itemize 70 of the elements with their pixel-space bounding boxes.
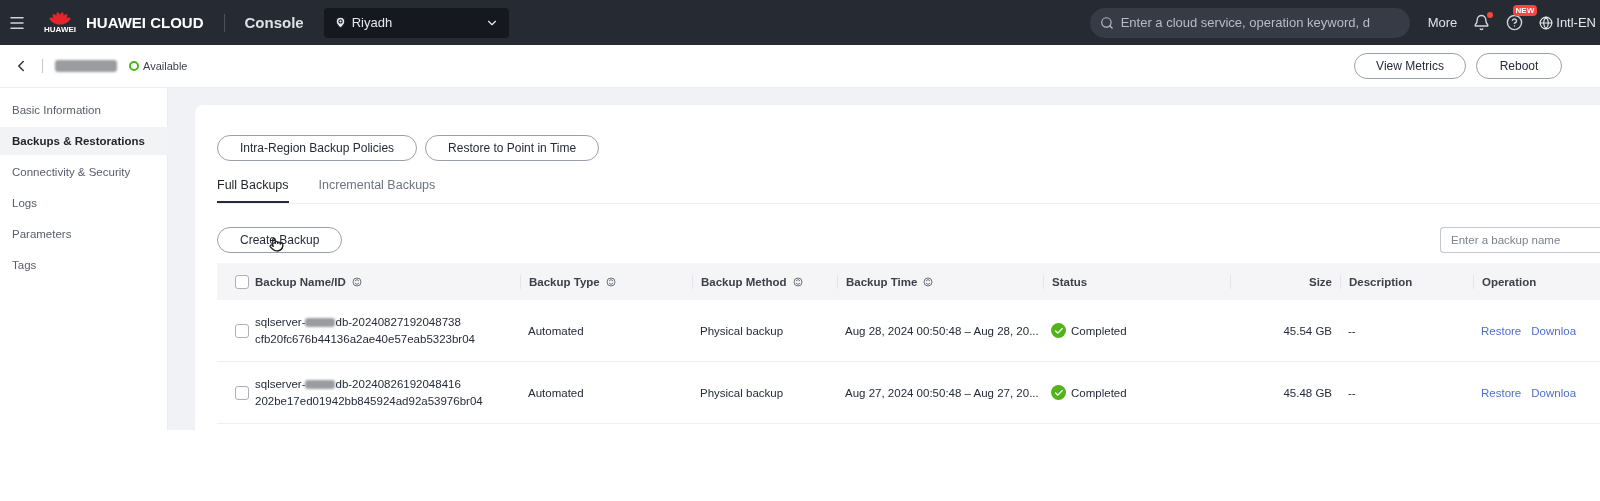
table-cell-text: Automated [527, 324, 585, 337]
redacted-name-block [55, 60, 117, 72]
check-circle-icon [1051, 323, 1066, 338]
column-header: Status [1052, 275, 1088, 288]
table-cell-text: 45.48 GB [1282, 386, 1333, 399]
action-button[interactable]: Intra-Region Backup Policies [217, 135, 418, 161]
status-text: Completed [1071, 386, 1127, 399]
sort-icon[interactable] [605, 276, 616, 287]
cloud-search-field[interactable]: Enter a cloud service, operation keyword, d [1089, 7, 1410, 38]
table-cell-text: Physical backup [699, 324, 785, 337]
redacted-block [305, 379, 336, 389]
checkbox[interactable] [235, 385, 249, 400]
language-select[interactable]: Intl-EN [1539, 15, 1600, 30]
sort-icon[interactable] [923, 276, 934, 287]
more-link[interactable]: More [1427, 15, 1458, 30]
column-header: Backup Type [529, 275, 600, 288]
column-header: Size [1309, 275, 1332, 288]
backup-id: cfb20fc676b44136a2ae40e57eab5323br04 [255, 331, 476, 347]
create-backup-button[interactable]: Create Backup [217, 227, 343, 253]
status-text: Completed [1071, 324, 1127, 337]
backup-search-field[interactable]: Enter a backup name [1440, 227, 1600, 253]
search-icon [1099, 15, 1114, 30]
checkbox[interactable] [235, 323, 249, 338]
table-cell-text: Aug 27, 2024 00:50:48 – Aug 27, 20... [844, 386, 1040, 399]
new-badge: NEW [1512, 5, 1538, 16]
column-header: Operation [1482, 275, 1537, 288]
table-cell-text: Aug 28, 2024 00:50:48 – Aug 28, 20... [844, 324, 1040, 337]
tab[interactable]: Incremental Backups [318, 174, 436, 203]
sidebar-item[interactable]: Parameters [0, 220, 168, 248]
sort-icon[interactable] [351, 276, 362, 287]
console-title: Console [244, 14, 304, 31]
sidebar-item[interactable]: Backups & Restorations [0, 127, 168, 155]
region-select[interactable]: Riyadh [323, 7, 509, 38]
globe-icon [1539, 15, 1554, 30]
checkbox[interactable] [235, 274, 249, 289]
logo-caption: HUAWEI [44, 25, 76, 34]
action-button[interactable]: Restore to Point in Time [425, 135, 600, 161]
sidebar-item[interactable]: Connectivity & Security [0, 158, 168, 186]
sort-icon[interactable] [792, 276, 803, 287]
status-ring-icon [129, 61, 139, 71]
header-button[interactable]: Reboot [1476, 53, 1562, 79]
tab[interactable]: Full Backups [217, 174, 289, 203]
operation-link[interactable]: Downloa [1531, 324, 1577, 337]
table-cell-text: 45.54 GB [1282, 324, 1333, 337]
sidebar-item[interactable]: Basic Information [0, 96, 168, 124]
table-cell-text: Automated [527, 386, 585, 399]
operation-link[interactable]: Restore [1481, 324, 1522, 337]
brand-name: HUAWEI CLOUD [86, 14, 204, 31]
instance-status: Available [143, 60, 188, 72]
location-pin-icon [333, 16, 347, 29]
table-cell-text: -- [1347, 324, 1357, 337]
header-button[interactable]: View Metrics [1354, 53, 1466, 79]
column-header: Backup Method [701, 275, 787, 288]
help-icon[interactable] [1506, 14, 1524, 31]
operation-link[interactable]: Downloa [1531, 386, 1577, 399]
notification-icon[interactable] [1473, 14, 1491, 31]
redacted-block [305, 317, 336, 327]
flower-logo-icon [48, 11, 72, 25]
table-cell-text: Physical backup [699, 386, 785, 399]
sidebar-item[interactable]: Tags [0, 251, 168, 279]
column-header: Backup Time [846, 275, 918, 288]
backup-name: sqlserver- db-20240826192048416 [255, 376, 462, 392]
backup-id: 202be17ed01942bb845924ad92a53976br04 [255, 393, 484, 409]
backup-name: sqlserver- db-20240827192048738 [255, 314, 462, 330]
check-circle-icon [1051, 385, 1066, 400]
sidebar-item[interactable]: Logs [0, 189, 168, 217]
column-header: Description [1349, 275, 1413, 288]
column-header: Backup Name/ID [255, 275, 346, 288]
table-cell-text: -- [1347, 386, 1357, 399]
operation-link[interactable]: Restore [1481, 386, 1522, 399]
